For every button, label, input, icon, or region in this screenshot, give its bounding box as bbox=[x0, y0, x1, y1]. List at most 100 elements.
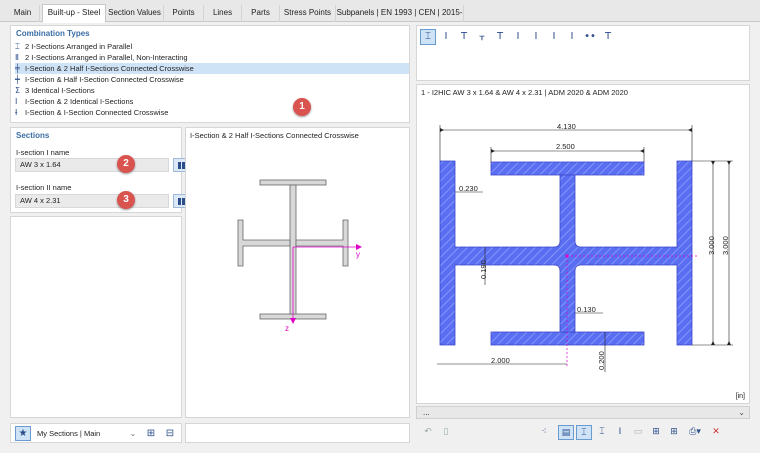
combination-label: 3 Identical I-Sections bbox=[25, 86, 95, 95]
undo-icon[interactable]: ↶ bbox=[420, 425, 436, 440]
empty-panel bbox=[10, 216, 182, 418]
print-icon[interactable]: ⎙▾ bbox=[684, 425, 706, 440]
tab-bar: Main Built-up - Steel Section Values Poi… bbox=[0, 0, 760, 33]
status-text: ... bbox=[423, 408, 430, 417]
combination-item-selected[interactable]: ╪ I-Section & 2 Half I-Sections Connected… bbox=[15, 63, 409, 74]
library-select[interactable]: My Sections | Main ⌄ bbox=[34, 427, 138, 440]
dim-flange-width: 2.500 bbox=[556, 142, 575, 151]
sections-library-bar: ★ My Sections | Main ⌄ ⊞ ⊟ bbox=[10, 423, 182, 443]
dim-outer-height: 3.000 bbox=[721, 236, 730, 255]
chevron-down-icon: ⌄ bbox=[738, 408, 745, 417]
combination-icon: Ɨ bbox=[15, 108, 18, 117]
preview-left-half bbox=[237, 219, 291, 267]
tab-parts[interactable]: Parts bbox=[242, 5, 280, 22]
show-dimensions-icon[interactable]: ⌶ bbox=[576, 425, 592, 440]
section-view-icon[interactable]: I bbox=[612, 425, 628, 440]
sections-panel: Sections I-section I name AW 3 x 1.64 I-… bbox=[10, 127, 189, 213]
preview-top-flange bbox=[259, 179, 327, 186]
sections-title: Sections bbox=[16, 131, 50, 140]
section1-name-field[interactable]: AW 3 x 1.64 bbox=[15, 158, 169, 172]
import-icon[interactable]: ⊟ bbox=[162, 426, 178, 441]
combination-types-panel: Combination Types ⌶ 2 I-Sections Arranged… bbox=[10, 25, 410, 123]
preview-footer bbox=[185, 423, 410, 443]
flange-bottom bbox=[490, 331, 645, 346]
preview-axis-z-label: z bbox=[285, 324, 289, 333]
combination-item[interactable]: ⌶ 2 I-Sections Arranged in Parallel bbox=[15, 41, 409, 52]
combination-label: I-Section & 2 Half I-Sections Connected … bbox=[25, 64, 194, 73]
dim-overall-width: 4.130 bbox=[557, 122, 576, 131]
combination-label: I-Section & 2 Identical I-Sections bbox=[25, 97, 134, 106]
shape-button[interactable]: Ӏ bbox=[528, 29, 544, 45]
add-to-library-icon[interactable]: ⊞ bbox=[143, 426, 159, 441]
tab-main[interactable]: Main bbox=[6, 5, 40, 22]
shape-button[interactable]: T bbox=[456, 29, 472, 45]
callout-badge-2: 2 bbox=[117, 155, 135, 173]
tab-lines[interactable]: Lines bbox=[204, 5, 242, 22]
shape-button-selected[interactable]: ⌶ bbox=[420, 29, 436, 45]
chevron-down-icon: ⌄ bbox=[129, 429, 136, 438]
dim-bottom-thickness: 0.200 bbox=[597, 351, 606, 370]
dim-inner-height: 3.000 bbox=[707, 236, 716, 255]
shape-button[interactable]: I bbox=[546, 29, 562, 45]
grid-icon[interactable]: ⊞ bbox=[666, 425, 682, 440]
callout-badge-3: 3 bbox=[117, 191, 135, 209]
dim-fillet: 0.130 bbox=[577, 305, 596, 314]
combination-item[interactable]: ┿ I-Section & Half I-Section Connected Cr… bbox=[15, 74, 409, 85]
tab-built-up-steel[interactable]: Built-up - Steel bbox=[42, 4, 106, 23]
combination-item[interactable]: Ɨ I-Section & I-Section Connected Crosswi… bbox=[15, 107, 409, 118]
section-view-icon[interactable]: ⌶ bbox=[594, 425, 610, 440]
drawing-toolbar: ↶ ▯ ⁖ ▤ ⌶ ⌶ I ▭ ⊞ ⊞ ⎙▾ ✕ bbox=[416, 423, 750, 443]
combination-icon: Σ bbox=[15, 86, 21, 95]
tab-section-values[interactable]: Section Values bbox=[106, 5, 164, 22]
combination-icon: ⌶ bbox=[15, 42, 20, 51]
combination-types-title: Combination Types bbox=[16, 29, 90, 38]
preview-panel: I-Section & 2 Half I-Sections Connected … bbox=[185, 127, 410, 418]
section-view-icon[interactable]: ▭ bbox=[630, 425, 646, 440]
shape-button[interactable]: I bbox=[510, 29, 526, 45]
dots-icon[interactable]: ⁖ bbox=[536, 425, 552, 440]
status-dropdown[interactable]: ... ⌄ bbox=[416, 406, 750, 419]
tab-points[interactable]: Points bbox=[164, 5, 204, 22]
combination-icon: ┿ bbox=[15, 75, 20, 84]
centroid-point bbox=[565, 254, 569, 258]
tab-subpanels[interactable]: Subpanels | EN 1993 | CEN | 2015-06 bbox=[336, 5, 464, 33]
combination-icon: Ⅰ bbox=[15, 97, 18, 106]
drawing-panel: 1 - I2HIC AW 3 x 1.64 & AW 4 x 2.31 | AD… bbox=[416, 84, 750, 404]
combination-label: 2 I-Sections Arranged in Parallel, Non-I… bbox=[25, 53, 188, 62]
callout-badge-1: 1 bbox=[293, 98, 311, 116]
unit-label: [in] bbox=[735, 393, 745, 400]
combination-item[interactable]: Σ 3 Identical I-Sections bbox=[15, 85, 409, 96]
shape-button[interactable]: T bbox=[600, 29, 616, 45]
grid-icon[interactable]: ⊞ bbox=[648, 425, 664, 440]
combination-item[interactable]: Ⅱ 2 I-Sections Arranged in Parallel, Non-… bbox=[15, 52, 409, 63]
section2-name-field[interactable]: AW 4 x 2.31 bbox=[15, 194, 169, 208]
dim-half-width: 2.000 bbox=[491, 356, 510, 365]
redo-icon[interactable]: ▯ bbox=[438, 425, 454, 440]
section1-label: I-section I name bbox=[16, 148, 70, 157]
preview-right-half bbox=[295, 219, 349, 267]
combination-label: 2 I-Sections Arranged in Parallel bbox=[25, 42, 133, 51]
preview-graphic bbox=[237, 179, 362, 324]
combination-label: I-Section & I-Section Connected Crosswis… bbox=[25, 108, 169, 117]
cross-section-body bbox=[439, 160, 693, 346]
dim-web-thickness: 0.230 bbox=[459, 184, 478, 193]
dim-flange-thickness: 0.190 bbox=[479, 260, 488, 279]
settings-icon[interactable]: ✕ bbox=[708, 425, 724, 440]
shape-selector-panel: ⌶ I T ᚁ T I Ӏ I I •• T bbox=[416, 25, 750, 81]
shape-button[interactable]: I bbox=[564, 29, 580, 45]
shape-button[interactable]: •• bbox=[582, 29, 598, 45]
combination-item[interactable]: Ⅰ I-Section & 2 Identical I-Sections bbox=[15, 96, 409, 107]
combination-icon: ╪ bbox=[15, 64, 20, 73]
combination-icon: Ⅱ bbox=[15, 53, 19, 62]
favorites-icon[interactable]: ★ bbox=[15, 426, 31, 441]
shape-button[interactable]: I bbox=[438, 29, 454, 45]
tab-stress-points[interactable]: Stress Points bbox=[280, 5, 336, 22]
print-preview-icon[interactable]: ▤ bbox=[558, 425, 574, 440]
library-select-value: My Sections | Main bbox=[37, 429, 101, 438]
flange-top bbox=[490, 161, 645, 176]
shape-button[interactable]: T bbox=[492, 29, 508, 45]
shape-button[interactable]: ᚁ bbox=[474, 29, 490, 45]
preview-axis-y-label: y bbox=[356, 250, 360, 259]
section2-label: I-section II name bbox=[16, 183, 72, 192]
preview-z-arrow bbox=[290, 318, 296, 324]
